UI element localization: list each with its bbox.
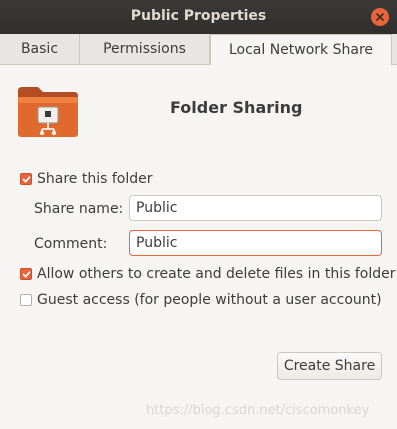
share-name-input[interactable] — [129, 195, 382, 221]
folder-sharing-heading: Folder Sharing — [170, 98, 303, 117]
comment-input[interactable] — [129, 230, 382, 256]
checkmark-icon — [22, 175, 30, 183]
create-share-button[interactable]: Create Share — [277, 352, 382, 380]
tab-bar: Basic Permissions Local Network Share — [0, 34, 397, 65]
guest-access-checkbox-row[interactable]: Guest access (for people without a user … — [20, 292, 382, 308]
folder-share-icon — [18, 87, 78, 137]
sharing-panel: Folder Sharing Share this folder Share n… — [0, 65, 397, 429]
allow-others-checkbox-row[interactable]: Allow others to create and delete files … — [20, 266, 396, 282]
allow-others-label: Allow others to create and delete files … — [37, 266, 396, 282]
tab-permissions[interactable]: Permissions — [80, 34, 210, 64]
share-folder-label: Share this folder — [37, 171, 153, 187]
window-title: Public Properties — [130, 8, 267, 24]
share-folder-checkbox[interactable] — [20, 173, 32, 185]
allow-others-checkbox[interactable] — [20, 268, 32, 280]
comment-label: Comment: — [34, 236, 108, 252]
share-folder-checkbox-row[interactable]: Share this folder — [20, 171, 153, 187]
title-bar: Public Properties — [0, 0, 397, 34]
checkmark-icon — [22, 270, 30, 278]
close-icon — [376, 13, 384, 21]
watermark: https://blog.csdn.net/ciscomonkey — [146, 403, 370, 418]
guest-access-checkbox[interactable] — [20, 294, 32, 306]
tab-basic[interactable]: Basic — [0, 34, 80, 64]
close-button[interactable] — [371, 8, 389, 26]
share-name-label: Share name: — [34, 201, 124, 217]
tab-local-network-share[interactable]: Local Network Share — [210, 34, 392, 65]
guest-access-label: Guest access (for people without a user … — [37, 292, 382, 308]
